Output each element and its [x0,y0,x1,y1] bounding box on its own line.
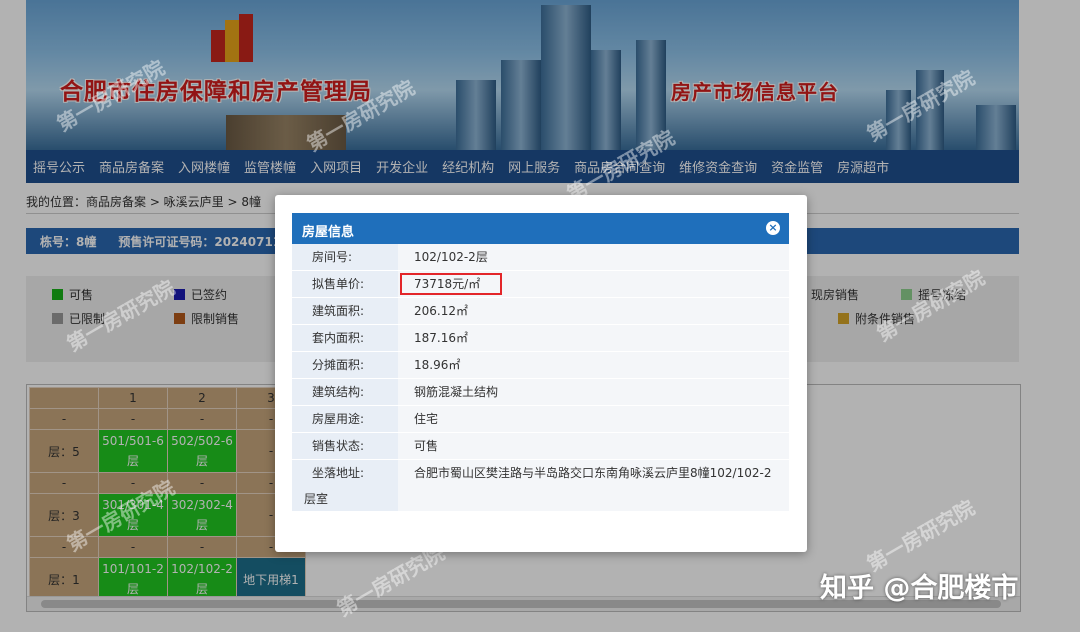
field-label: 建筑结构: [292,379,398,405]
address-value: 合肥市蜀山区樊洼路与半岛路交口东南角咏溪云庐里8幢102/102-2 层室 [304,460,789,511]
field-label: 销售状态: [292,433,398,459]
field-row: 建筑结构: 钢筋混凝土结构 [292,379,789,406]
house-info-modal: 房屋信息 × 房间号: 102/102-2层 拟售单价: 73718元/㎡ 建筑面积… [275,195,807,552]
field-value: 102/102-2层 [398,244,789,270]
field-row: 分摊面积: 18.96㎡ [292,352,789,379]
address-line: 层室 [304,492,329,506]
field-label: 房屋用途: [292,406,398,432]
field-value: 住宅 [398,406,789,432]
field-value: 187.16㎡ [398,325,789,351]
field-label: 分摊面积: [292,352,398,378]
field-value: 可售 [398,433,789,459]
field-value: 18.96㎡ [398,352,789,378]
modal-header: 房屋信息 × [292,213,789,244]
field-label: 拟售单价: [292,271,398,297]
price-highlight: 73718元/㎡ [400,273,503,295]
close-icon[interactable]: × [766,221,780,235]
field-row: 建筑面积: 206.12㎡ [292,298,789,325]
modal-title: 房屋信息 [302,225,355,240]
field-row: 套内面积: 187.16㎡ [292,325,789,352]
field-label: 套内面积: [292,325,398,351]
address-row: 坐落地址: 合肥市蜀山区樊洼路与半岛路交口东南角咏溪云庐里8幢102/102-2… [292,460,789,512]
field-row: 销售状态: 可售 [292,433,789,460]
field-value: 206.12㎡ [398,298,789,324]
field-label: 房间号: [292,244,398,270]
field-label: 建筑面积: [292,298,398,324]
field-value: 钢筋混凝土结构 [398,379,789,405]
modal-body: 房间号: 102/102-2层 拟售单价: 73718元/㎡ 建筑面积: 206.12… [292,244,789,512]
zhihu-source-watermark: 知乎 @合肥楼市 [820,573,1019,604]
field-row: 房屋用途: 住宅 [292,406,789,433]
field-row: 拟售单价: 73718元/㎡ [292,271,789,298]
address-line: 合肥市蜀山区樊洼路与半岛路交口东南角咏溪云庐里8幢102/102-2 [414,466,772,480]
field-row: 房间号: 102/102-2层 [292,244,789,271]
